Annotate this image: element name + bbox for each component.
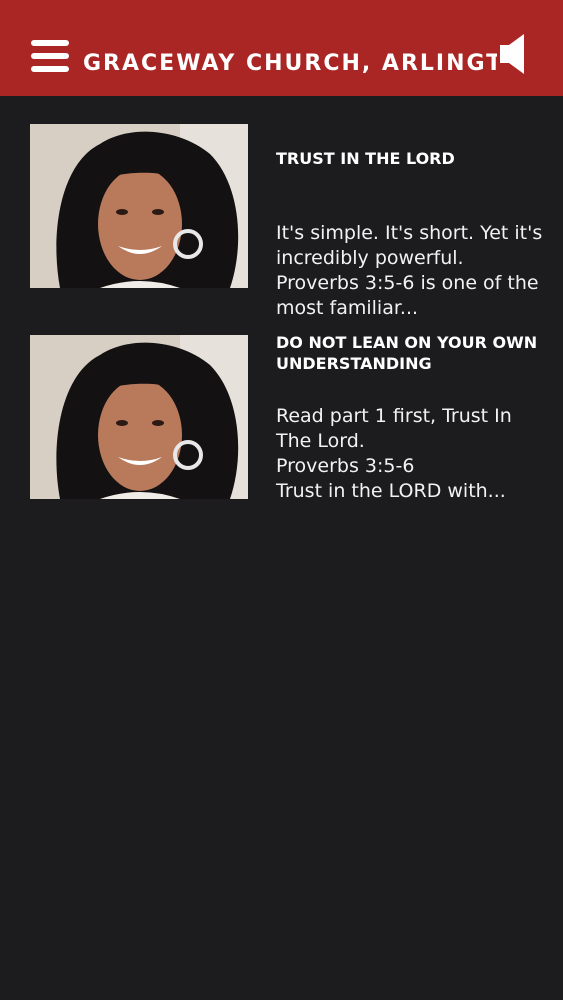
hamburger-menu-icon[interactable] — [31, 40, 69, 74]
post-card[interactable]: TRUST IN THE LORD It's simple. It's shor… — [0, 124, 563, 319]
app-header: GRACEWAY CHURCH, ARLINGTON — [0, 0, 563, 96]
post-thumbnail — [30, 124, 248, 288]
post-card[interactable]: DO NOT LEAN ON YOUR OWN UNDERSTANDING Re… — [0, 333, 563, 525]
post-thumbnail — [30, 335, 248, 499]
post-excerpt: It's simple. It's short. Yet it's incred… — [276, 222, 543, 319]
post-excerpt: Read part 1 first, Trust In The Lord. Pr… — [276, 405, 512, 502]
speaker-icon[interactable] — [498, 33, 528, 75]
page-title: GRACEWAY CHURCH, ARLINGTON — [83, 51, 497, 76]
post-title: DO NOT LEAN ON YOUR OWN UNDERSTANDING — [276, 333, 538, 373]
post-title: TRUST IN THE LORD — [276, 149, 455, 168]
